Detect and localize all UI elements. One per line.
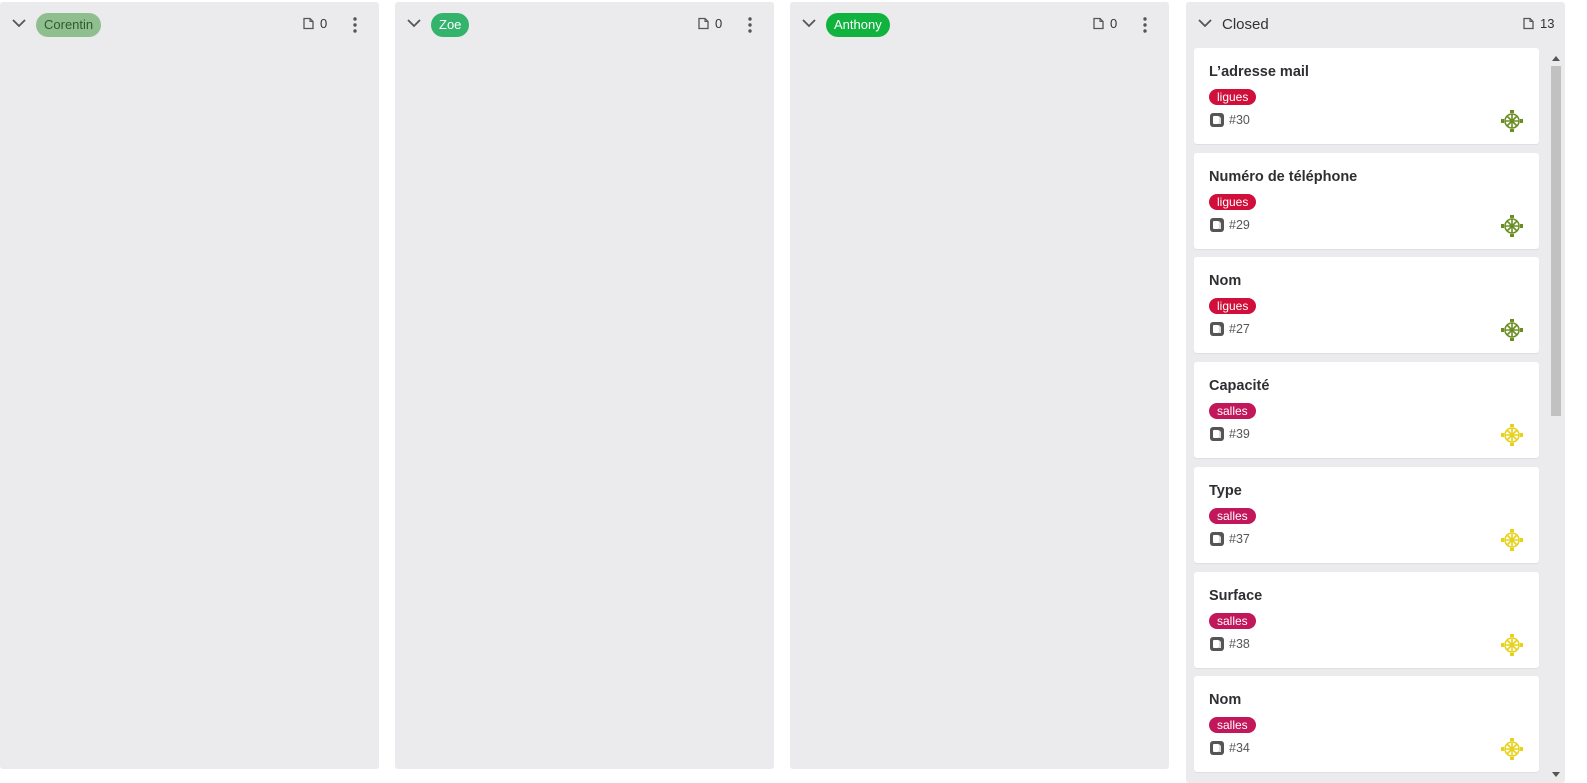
board-column-anthony: Anthony 0	[790, 2, 1169, 769]
issue-icon	[1523, 17, 1534, 30]
issue-reference: #37	[1209, 531, 1250, 547]
issue-number: #39	[1229, 427, 1250, 442]
card-title[interactable]: Capacité	[1209, 378, 1269, 394]
card-title[interactable]: Surface	[1209, 588, 1262, 604]
issue-icon	[698, 17, 709, 30]
issue-type-icon	[1210, 427, 1224, 442]
issue-count-value: 0	[320, 16, 328, 31]
column-label[interactable]: Corentin	[36, 13, 102, 37]
issue-icon	[303, 17, 314, 30]
avatar[interactable]	[1501, 633, 1523, 656]
card-title[interactable]: Numéro de téléphone	[1209, 169, 1357, 185]
issue-number: #34	[1229, 741, 1250, 756]
issue-number: #30	[1229, 113, 1250, 127]
column-label[interactable]: Anthony	[826, 13, 890, 37]
issue-type-icon	[1210, 636, 1224, 651]
chevron-down-icon[interactable]	[407, 18, 421, 28]
column-label[interactable]: Zoe	[431, 13, 470, 37]
scroll-down-arrow-icon[interactable]	[1551, 771, 1561, 779]
issue-reference: #29	[1209, 217, 1250, 233]
issue-card[interactable]: Nom salles #34	[1194, 676, 1539, 773]
issue-type-icon	[1210, 531, 1224, 546]
board-column-closed: Closed 13 L’adresse mail ligues #30 Numéro …	[1186, 2, 1565, 783]
label-tag[interactable]: salles	[1209, 717, 1256, 734]
kebab-menu-icon[interactable]	[351, 15, 359, 35]
issue-count-value: 13	[1540, 16, 1555, 31]
issue-reference: #39	[1209, 426, 1250, 442]
chevron-down-icon[interactable]	[1198, 18, 1212, 28]
issue-number: #29	[1229, 217, 1250, 232]
label-tag[interactable]: ligues	[1209, 193, 1257, 210]
label-tag[interactable]: salles	[1209, 612, 1256, 629]
chevron-down-icon[interactable]	[12, 18, 26, 28]
column-title: Closed	[1222, 16, 1269, 33]
issue-card[interactable]: Type salles #37	[1194, 466, 1539, 563]
issue-reference: #38	[1209, 636, 1250, 652]
issue-type-icon	[1210, 113, 1224, 127]
issue-type-icon	[1210, 322, 1224, 337]
issue-reference: #34	[1209, 740, 1250, 756]
card-title[interactable]: L’adresse mail	[1209, 64, 1309, 80]
issue-count-value: 0	[1110, 16, 1118, 31]
board-column-zoe: Zoe 0	[395, 2, 774, 769]
avatar[interactable]	[1501, 214, 1523, 237]
chevron-down-icon[interactable]	[802, 18, 816, 28]
issue-card[interactable]: Capacité salles #39	[1194, 362, 1539, 459]
issue-count: 0	[697, 16, 722, 31]
column-header: Zoe 0	[395, 2, 774, 46]
issue-number: #27	[1229, 322, 1250, 337]
kebab-menu-icon[interactable]	[1141, 15, 1149, 35]
column-header: Corentin 0	[0, 2, 379, 46]
issue-type-icon	[1210, 217, 1224, 232]
card-title[interactable]: Nom	[1209, 692, 1241, 708]
label-tag[interactable]: ligues	[1209, 298, 1257, 315]
card-title[interactable]: Nom	[1209, 273, 1241, 289]
avatar[interactable]	[1501, 424, 1523, 447]
avatar[interactable]	[1501, 110, 1523, 132]
issue-card[interactable]: Nom ligues #27	[1194, 257, 1539, 354]
issue-reference: #30	[1209, 112, 1250, 128]
column-header: Anthony 0	[790, 2, 1169, 46]
avatar[interactable]	[1501, 319, 1523, 342]
issue-number: #38	[1229, 636, 1250, 651]
issue-icon	[1093, 17, 1104, 30]
scrollbar-thumb[interactable]	[1551, 66, 1561, 416]
issue-reference: #27	[1209, 321, 1250, 337]
issue-count-value: 0	[715, 16, 723, 31]
issue-number: #37	[1229, 531, 1250, 546]
avatar[interactable]	[1501, 528, 1523, 551]
label-tag[interactable]: salles	[1209, 507, 1256, 524]
card-title[interactable]: Type	[1209, 483, 1242, 499]
issue-card[interactable]: L’adresse mail ligues #30	[1194, 48, 1539, 144]
board-column-corentin: Corentin 0	[0, 2, 379, 769]
issue-count: 0	[1092, 16, 1117, 31]
issue-count: 13	[1522, 16, 1554, 31]
scroll-up-arrow-icon[interactable]	[1551, 54, 1561, 62]
issue-card[interactable]: Numéro de téléphone ligues #29	[1194, 152, 1539, 249]
scrollbar[interactable]	[1549, 52, 1561, 783]
avatar[interactable]	[1501, 738, 1523, 761]
issue-type-icon	[1210, 741, 1224, 756]
label-tag[interactable]: ligues	[1209, 89, 1257, 105]
kebab-menu-icon[interactable]	[746, 15, 754, 35]
issue-card[interactable]: Surface salles #38	[1194, 571, 1539, 668]
issue-count: 0	[302, 16, 327, 31]
column-header: Closed 13	[1186, 2, 1565, 46]
label-tag[interactable]: salles	[1209, 403, 1256, 420]
